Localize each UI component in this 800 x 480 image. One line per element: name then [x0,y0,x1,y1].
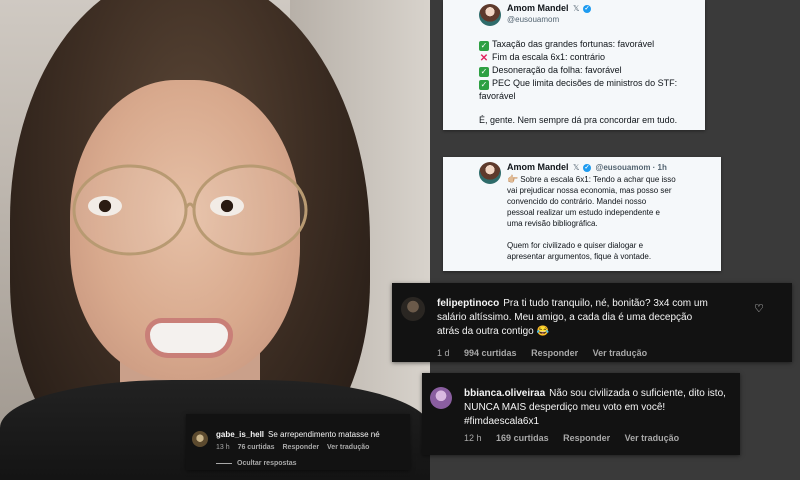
tweet-line: vai prejudicar nossa economia, mas posso… [507,186,672,195]
comment-avatar[interactable] [401,297,425,321]
tweet-line: apresentar argumentos, fique à vontade. [507,252,652,261]
comment-username[interactable]: felipeptinoco [437,298,499,309]
cross-mark-icon: ✕ [479,53,489,64]
x-logo-icon: 𝕏 [573,163,580,172]
comment-text: bbianca.oliveiraa Não sou civilizada o su… [464,388,726,427]
right-eye [210,196,244,216]
translate-button[interactable]: Ver tradução [327,444,369,451]
tweet-body: ✓ Taxação das grandes fortunas: favorável… [479,38,677,126]
verified-badge-icon: ✓ [583,4,591,13]
tweet-author-label: Amom Mandel [507,162,569,172]
tweet-line: ✓ PEC Que limita decisões de ministros do… [479,78,678,90]
comment-username[interactable]: gabe_is_hell [216,430,264,439]
tweet-line: uma revisão bibliográfica. [507,219,598,228]
tweet-line: ✕ Fim da escala 6x1: contrário [479,52,606,64]
comment-likes[interactable]: 169 curtidas [496,433,549,443]
comment-username[interactable]: bbianca.oliveiraa [464,388,545,399]
reply-button[interactable]: Responder [283,444,320,451]
comment-text: gabe_is_hell Se arrependimento matasse né [216,430,380,439]
comment-meta: 13 h 76 curtidas Responder Ver tradução [216,444,381,451]
comment-likes[interactable]: 76 curtidas [238,444,275,451]
comment-avatar[interactable] [430,387,452,409]
tweet-closing: É, gente. Nem sempre dá pra concordar em… [479,115,678,125]
translate-button[interactable]: Ver tradução [593,348,648,358]
verified-badge-icon: ✓ [583,163,591,172]
x-logo-icon: 𝕏 [573,4,580,13]
hide-replies-button[interactable]: Ocultar respostas [237,460,297,467]
comment-gabe: gabe_is_hell Se arrependimento matasse né… [186,414,410,470]
translate-button[interactable]: Ver tradução [625,433,680,443]
check-mark-icon: ✓ [479,80,489,90]
comment-time: 1 d [437,348,450,358]
check-mark-icon: ✓ [479,67,489,77]
tweet-author-name[interactable]: Amom Mandel 𝕏 ✓ @eusouamom · 1h [507,162,667,172]
tweet-line: ✓ Desoneração da folha: favorável [479,65,622,77]
replies-divider [216,462,232,464]
comment-meta: 1 d 994 curtidas Responder Ver tradução [437,348,659,358]
tweet-line: convencido do contrário. Mandei nosso [507,197,647,206]
hide-replies-row[interactable]: Ocultar respostas [216,460,309,467]
like-heart-icon[interactable]: ♡ [754,302,764,315]
tweet-avatar[interactable] [479,4,501,26]
tweet-handle-time: @eusouamom · 1h [595,163,667,172]
tweet-body: 👉🏼 Sobre a escala 6x1: Tendo a achar que … [507,174,676,262]
tweet-author-name[interactable]: Amom Mandel 𝕏 ✓ [507,3,591,13]
reply-button[interactable]: Responder [563,433,610,443]
reply-button[interactable]: Responder [531,348,578,358]
comment-likes[interactable]: 994 curtidas [464,348,517,358]
tweet-line: pessoal realizar um estudo independente … [507,208,660,217]
video-frame [0,0,430,480]
check-mark-icon: ✓ [479,41,489,51]
tweet-line: ✓ Taxação das grandes fortunas: favorável [479,39,655,51]
tweet-avatar[interactable] [479,162,501,184]
comment-meta: 12 h 169 curtidas Responder Ver tradução [464,433,691,443]
tweet-line: 👉🏼 Sobre a escala 6x1: Tendo a achar que … [507,174,676,184]
comment-time: 13 h [216,444,230,451]
comment-felipeptinoco: felipeptinoco Pra ti tudo tranquilo, né, … [392,283,792,362]
pointing-hand-icon: 👉🏼 [507,174,519,184]
tweet-card-1: Amom Mandel 𝕏 ✓ @eusouamom ✓ Taxação das … [443,0,705,130]
comment-avatar[interactable] [192,431,208,447]
comment-text: felipeptinoco Pra ti tudo tranquilo, né, … [437,298,708,337]
tweet-author-label: Amom Mandel [507,3,569,13]
tweet-handle[interactable]: @eusouamom [507,15,559,24]
left-eye [88,196,122,216]
tweet-line: Quem for civilizado e quiser dialogar e [507,241,644,250]
comment-bbianca: bbianca.oliveiraa Não sou civilizada o su… [422,373,740,455]
person-mouth [145,318,233,358]
tweet-line: favorável [479,91,516,101]
tweet-card-2: Amom Mandel 𝕏 ✓ @eusouamom · 1h 👉🏼 Sobre … [443,157,721,271]
comment-time: 12 h [464,433,482,443]
